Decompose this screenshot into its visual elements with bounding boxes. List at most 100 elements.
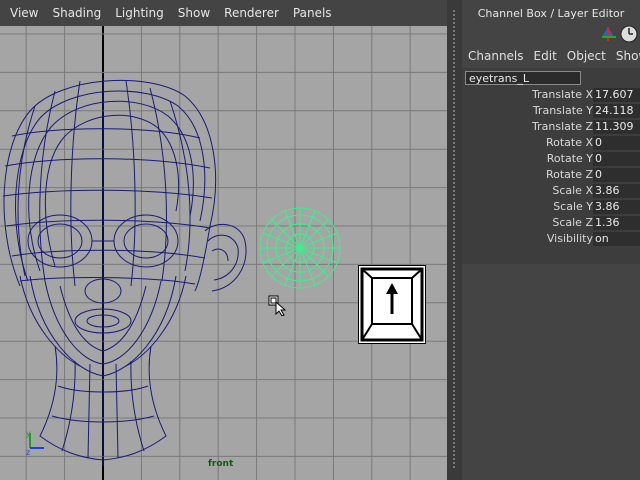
- divider-grip-dot: [453, 430, 455, 432]
- channel-row[interactable]: Rotate Y0: [462, 151, 640, 167]
- channel-label[interactable]: Rotate X: [546, 135, 593, 151]
- channel-label[interactable]: Scale Y: [553, 199, 593, 215]
- menu-lighting[interactable]: Lighting: [108, 0, 171, 26]
- divider-grip-dot: [453, 402, 455, 404]
- divider-grip-dot: [453, 458, 455, 460]
- divider-grip-dot: [453, 270, 455, 272]
- channel-row[interactable]: Scale Y 3.86: [462, 199, 640, 215]
- divider-grip-dot: [453, 234, 455, 236]
- axis-y-label: y: [26, 429, 31, 438]
- divider-grip-dot: [453, 302, 455, 304]
- channel-value-field[interactable]: 0: [593, 168, 640, 182]
- divider-grip-dot: [453, 342, 455, 344]
- channel-value-field[interactable]: 0: [593, 152, 640, 166]
- divider-grip-dot: [453, 138, 455, 140]
- channel-label[interactable]: Visibility: [547, 231, 593, 247]
- viewport-canvas[interactable]: [0, 26, 447, 480]
- divider-grip-dot: [453, 266, 455, 268]
- menu-show[interactable]: Show: [171, 0, 217, 26]
- channel-label[interactable]: Translate X: [532, 87, 593, 103]
- divider-grip-dot: [453, 386, 455, 388]
- object-name-field[interactable]: eyetrans_L: [465, 71, 581, 85]
- channel-row[interactable]: Translate Z 11.309: [462, 119, 640, 135]
- layers-icon[interactable]: [602, 27, 616, 41]
- divider-grip-dot: [453, 102, 455, 104]
- channel-value-field[interactable]: 11.309: [593, 120, 640, 134]
- divider-grip-dot: [453, 74, 455, 76]
- divider-grip-dot: [453, 258, 455, 260]
- channel-value-field[interactable]: on: [593, 232, 640, 246]
- channel-box-empty-area: [462, 264, 640, 480]
- channel-value-field[interactable]: 0: [593, 136, 640, 150]
- divider-grip-dot: [453, 406, 455, 408]
- eye-sphere-wireframe[interactable]: [259, 207, 341, 289]
- menu-view[interactable]: View: [0, 0, 45, 26]
- viewport-panel[interactable]: View Shading Lighting Show Renderer Pane…: [0, 0, 447, 480]
- divider-grip-dot: [453, 130, 455, 132]
- menu-panels[interactable]: Panels: [286, 0, 339, 26]
- divider-grip-dot: [453, 58, 455, 60]
- divider-grip-dot: [453, 178, 455, 180]
- divider-grip-dot: [453, 30, 455, 32]
- divider-grip-dot: [453, 90, 455, 92]
- divider-grip-dot: [453, 66, 455, 68]
- divider-grip-dot: [453, 134, 455, 136]
- channel-label[interactable]: Translate Y: [533, 103, 593, 119]
- menu-object[interactable]: Object: [562, 45, 611, 67]
- menu-show-channels[interactable]: Show: [611, 45, 640, 67]
- channel-value-field[interactable]: 17.607: [593, 88, 640, 102]
- divider-grip-dot: [453, 122, 455, 124]
- divider-grip-dot: [453, 106, 455, 108]
- divider-grip-dot: [453, 214, 455, 216]
- divider-grip-dot: [453, 34, 455, 36]
- channel-value-field[interactable]: 3.86: [593, 200, 640, 214]
- channel-row[interactable]: Scale X 3.86: [462, 183, 640, 199]
- menu-shading[interactable]: Shading: [45, 0, 108, 26]
- divider-grip-dot: [453, 414, 455, 416]
- menu-edit[interactable]: Edit: [529, 45, 562, 67]
- divider-grip-dot: [453, 278, 455, 280]
- divider-grip-dot: [453, 434, 455, 436]
- channel-label[interactable]: Translate Z: [532, 119, 593, 135]
- attribute-panel: eyetrans_L Translate X 17.607 Translate Y2…: [462, 68, 640, 264]
- channel-value-field[interactable]: 24.118: [593, 104, 640, 118]
- divider-grip-dot: [453, 282, 455, 284]
- divider-grip-dot: [453, 110, 455, 112]
- panel-divider[interactable]: [447, 0, 462, 480]
- divider-grip-dot: [453, 290, 455, 292]
- divider-grip-dot: [453, 242, 455, 244]
- divider-grip-dot: [453, 146, 455, 148]
- channel-row[interactable]: Rotate X0: [462, 135, 640, 151]
- divider-grip-dot: [453, 294, 455, 296]
- divider-grip-dot: [453, 126, 455, 128]
- channel-row[interactable]: Scale Z 1.36: [462, 215, 640, 231]
- divider-grip-dot: [453, 22, 455, 24]
- clock-icon[interactable]: [620, 25, 638, 43]
- channel-label[interactable]: Scale Z: [552, 215, 593, 231]
- channel-box-menubar: Channels Edit Object Show: [462, 45, 640, 67]
- divider-grip-dot: [453, 410, 455, 412]
- divider-grip-dot: [453, 454, 455, 456]
- divider-grip-dot: [453, 78, 455, 80]
- menu-channels[interactable]: Channels: [462, 45, 529, 67]
- channel-row[interactable]: Translate Y 24.118: [462, 103, 640, 119]
- menu-renderer[interactable]: Renderer: [217, 0, 286, 26]
- channel-label[interactable]: Rotate Z: [546, 167, 593, 183]
- divider-grip-dot: [453, 238, 455, 240]
- channel-label[interactable]: Scale X: [552, 183, 593, 199]
- divider-grip-dot: [453, 462, 455, 464]
- channel-value-field[interactable]: 3.86: [593, 184, 640, 198]
- divider-grip-dot: [453, 330, 455, 332]
- divider-grip-dot: [453, 118, 455, 120]
- divider-grip-dot: [453, 186, 455, 188]
- divider-grip-dot: [453, 466, 455, 468]
- channel-value-field[interactable]: 1.36: [593, 216, 640, 230]
- channel-row[interactable]: Rotate Z0: [462, 167, 640, 183]
- divider-grip-dot: [453, 358, 455, 360]
- grid: [0, 26, 447, 480]
- channel-row[interactable]: Visibility on: [462, 231, 640, 247]
- divider-grip-dot: [453, 94, 455, 96]
- channel-label[interactable]: Rotate Y: [547, 151, 593, 167]
- channel-row[interactable]: Translate X 17.607: [462, 87, 640, 103]
- divider-grip-dot: [453, 218, 455, 220]
